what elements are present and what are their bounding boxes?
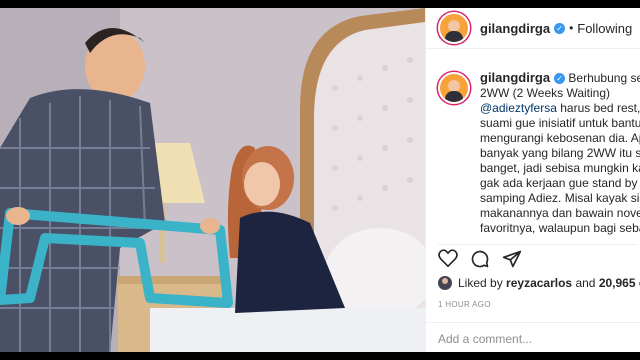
likes-conjunction: and (575, 276, 596, 290)
share-icon[interactable] (502, 249, 522, 269)
heart-icon[interactable] (438, 249, 458, 267)
separator-dot: • (569, 21, 574, 35)
comment-box[interactable]: Add a comment... (426, 322, 640, 352)
caption-line-text: harus bed rest, sel (560, 101, 640, 115)
mention-link[interactable]: @adieztyfersa (480, 101, 557, 115)
caption-line: mengurangi kebosenan dia. Apal (480, 131, 640, 145)
caption-line: banyak yang bilang 2WW itu stre (480, 146, 640, 160)
comment-input[interactable]: Add a comment... (438, 332, 532, 346)
verified-badge-icon: ✓ (554, 73, 566, 84)
caption-line: @adieztyfersa harus bed rest, sel (480, 101, 640, 116)
caption-avatar[interactable] (438, 72, 470, 104)
author-username[interactable]: gilangdirga (480, 21, 550, 36)
caption-line-text: Berhubung selama (568, 71, 640, 85)
caption-username[interactable]: gilangdirga (480, 70, 550, 85)
likes-count[interactable]: 20,965 oth (599, 276, 640, 290)
caption-line: suami gue inisiatif untuk bantu (480, 116, 640, 130)
caption-line: favoritnya, walaupun bagi sebagi (480, 221, 640, 235)
post-header: gilangdirga ✓ • Following (426, 8, 640, 49)
caption-text: gilangdirga ✓ Berhubung selama 2WW (2 Wee… (480, 70, 640, 236)
likes-summary: Liked by reyzacarlos and 20,965 oth (438, 276, 640, 290)
post-photo-illustration (0, 8, 425, 352)
following-button[interactable]: Following (577, 21, 632, 36)
action-bar (438, 244, 638, 269)
post-timestamp[interactable]: 1 HOUR AGO (438, 300, 491, 309)
liker-username[interactable]: reyzacarlos (506, 276, 572, 290)
likes-prefix: Liked by (458, 276, 503, 290)
post-side-panel: gilangdirga ✓ • Following gilangdirga ✓ B… (425, 8, 640, 352)
caption-line: banget, jadi sebisa mungkin kalo (480, 161, 640, 175)
instagram-post-frame: gilangdirga ✓ • Following gilangdirga ✓ B… (0, 0, 640, 360)
caption-line: makanannya dan bawain novel (480, 206, 640, 220)
caption-line: gak ada kerjaan gue stand by di (480, 176, 640, 190)
author-avatar[interactable] (438, 12, 470, 44)
verified-badge-icon: ✓ (554, 22, 566, 34)
caption-line: gilangdirga ✓ Berhubung selama (480, 70, 640, 86)
caption-line: 2WW (2 Weeks Waiting) (480, 86, 611, 100)
comment-icon[interactable] (470, 249, 490, 269)
post-photo[interactable] (0, 8, 425, 352)
liker-avatar[interactable] (438, 276, 452, 290)
caption-line: samping Adiez. Misal kayak siapi (480, 191, 640, 205)
caption-block: gilangdirga ✓ Berhubung selama 2WW (2 Wee… (438, 70, 640, 240)
